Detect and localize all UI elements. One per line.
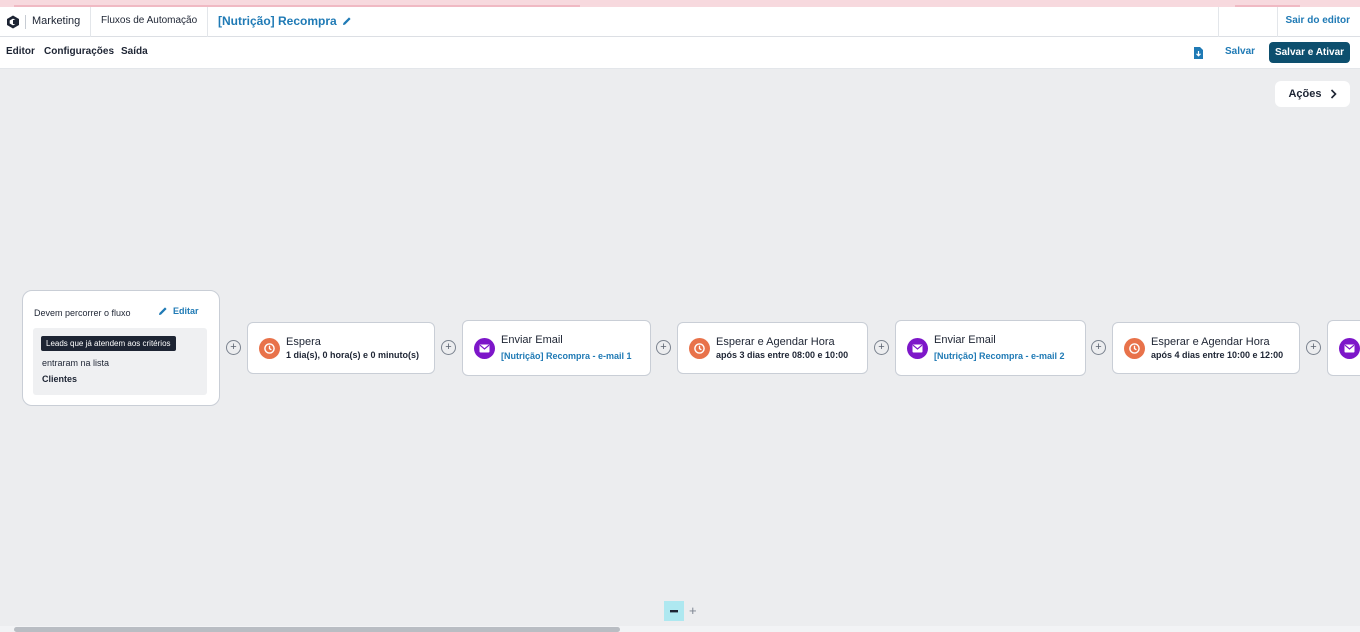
add-step-button[interactable]: + [874, 340, 889, 355]
email-step-card[interactable]: Enviar Email [Nutrição] Recompra - e-mai… [462, 320, 651, 376]
add-step-button[interactable]: + [1091, 340, 1106, 355]
flow-title-text: [Nutrição] Recompra [218, 14, 337, 28]
step-detail: 1 dia(s), 0 hora(s) e 0 minuto(s) [286, 350, 420, 360]
entry-criteria-box: Leads que já atendem aos critérios entra… [33, 328, 207, 395]
wait-schedule-step-card[interactable]: Esperar e Agendar Hora após 3 dias entre… [677, 322, 868, 374]
envelope-icon [474, 338, 495, 359]
divider [1277, 7, 1278, 37]
step-title: Esperar e Agendar Hora [1151, 336, 1270, 348]
add-step-button[interactable]: + [1306, 340, 1321, 355]
add-step-button[interactable]: + [656, 340, 671, 355]
edit-entry-button[interactable]: Editar [158, 306, 199, 316]
divider [90, 7, 91, 37]
divider [207, 7, 208, 37]
clock-icon [1124, 338, 1145, 359]
clock-icon [689, 338, 710, 359]
step-title: Enviar Email [934, 334, 996, 346]
flow-entry-card[interactable]: Devem percorrer o fluxo Editar Leads que… [22, 290, 220, 406]
email-template-link[interactable]: [Nutrição] Recompra - e-mail 2 [934, 351, 1065, 361]
menu-configuracoes[interactable]: Configurações [44, 46, 114, 57]
email-template-link[interactable]: [Nutrição] Recompra - e-mail 1 [501, 351, 632, 361]
email-step-card[interactable] [1327, 320, 1360, 376]
minus-icon [670, 609, 678, 612]
add-step-button[interactable]: + [441, 340, 456, 355]
exit-editor-button[interactable]: Sair do editor [1286, 15, 1350, 26]
step-detail: após 3 dias entre 08:00 e 10:00 [716, 350, 849, 360]
step-title: Espera [286, 336, 321, 348]
chevron-right-icon [1330, 89, 1337, 99]
wait-step-card[interactable]: Espera 1 dia(s), 0 hora(s) e 0 minuto(s) [247, 322, 435, 374]
criteria-tag: Leads que já atendem aos critérios [41, 336, 176, 351]
step-title: Esperar e Agendar Hora [716, 336, 835, 348]
actions-label: Ações [1288, 88, 1322, 100]
download-file-icon[interactable] [1193, 47, 1203, 59]
pencil-icon [159, 307, 167, 315]
edit-label: Editar [173, 306, 199, 316]
clock-icon [259, 338, 280, 359]
pencil-icon[interactable] [342, 16, 352, 26]
add-step-button[interactable]: + [226, 340, 241, 355]
divider [1218, 7, 1219, 37]
flow-title[interactable]: [Nutrição] Recompra [218, 14, 352, 28]
envelope-icon [1339, 338, 1360, 359]
brand-name: Marketing [32, 15, 81, 27]
top-bar: Marketing Fluxos de Automação [Nutrição]… [0, 7, 1360, 37]
menu-saida[interactable]: Saída [121, 46, 148, 57]
save-button[interactable]: Salvar [1225, 46, 1255, 57]
horizontal-scrollbar[interactable] [0, 626, 1360, 632]
envelope-icon [907, 338, 928, 359]
app-logo-icon[interactable] [6, 15, 20, 29]
step-title: Enviar Email [501, 334, 563, 346]
top-notice-strip [0, 0, 1360, 7]
entry-card-title: Devem percorrer o fluxo [34, 308, 131, 318]
wait-schedule-step-card[interactable]: Esperar e Agendar Hora após 4 dias entre… [1112, 322, 1300, 374]
zoom-out-button[interactable] [664, 601, 684, 621]
criteria-condition: entraram na lista [42, 358, 110, 368]
zoom-in-button[interactable]: + [689, 603, 697, 618]
save-and-activate-button[interactable]: Salvar e Ativar [1269, 42, 1350, 63]
menu-bar: Editor Configurações Saída Salvar Salvar… [0, 37, 1360, 69]
brand-separator [25, 15, 26, 29]
step-detail: após 4 dias entre 10:00 e 12:00 [1151, 350, 1284, 360]
email-step-card[interactable]: Enviar Email [Nutrição] Recompra - e-mai… [895, 320, 1086, 376]
menu-editor[interactable]: Editor [6, 46, 35, 57]
criteria-list-name: Clientes [42, 374, 78, 384]
scrollbar-thumb[interactable] [14, 627, 620, 632]
actions-button[interactable]: Ações [1275, 81, 1350, 107]
breadcrumb-flows[interactable]: Fluxos de Automação [101, 15, 197, 26]
